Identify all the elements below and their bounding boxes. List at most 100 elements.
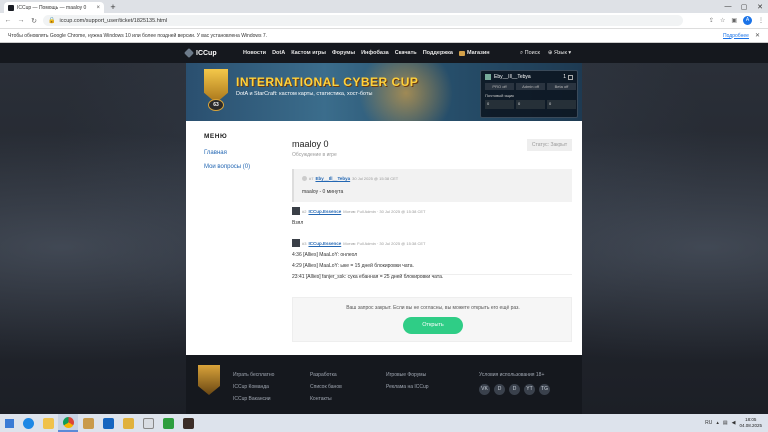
mail-count-sent[interactable]: 0	[516, 100, 545, 109]
extensions-icon[interactable]: ▣	[731, 17, 737, 24]
new-tab-button[interactable]: +	[108, 2, 118, 12]
lock-icon[interactable]: 🔒	[48, 17, 55, 24]
app-icon	[82, 417, 94, 429]
start-button[interactable]	[0, 414, 18, 432]
discord-icon[interactable]: D	[494, 384, 505, 395]
author-link[interactable]: ICCup.Essence	[308, 241, 341, 246]
user-name[interactable]: Eby__Ill__Tebya	[494, 74, 531, 80]
taskbar-game[interactable]	[178, 414, 198, 432]
footer-link[interactable]: Контакты	[310, 396, 342, 402]
taskbar-files[interactable]	[118, 414, 138, 432]
answer-text: Взял	[292, 220, 304, 226]
menu-item-shop[interactable]: Магазин	[458, 50, 490, 56]
telegram-icon[interactable]: TG	[539, 384, 550, 395]
close-tab-icon[interactable]: ×	[96, 5, 100, 11]
footer-link[interactable]: Список банов	[310, 384, 342, 390]
network-icon[interactable]: ▤	[723, 420, 728, 426]
youtube-icon[interactable]: YT	[524, 384, 535, 395]
infobar-more-link[interactable]: Подробнее	[723, 33, 749, 39]
open-ticket-button[interactable]: Открыть	[403, 317, 463, 334]
question-post: #7 Eby__Ill__Tebya 30 Jul 2025 @ 15:38 C…	[292, 169, 572, 202]
post-date: 30 Jul 2025 @ 15:38 CET	[352, 176, 399, 181]
footer-logo-icon[interactable]	[198, 365, 220, 395]
sidebar-item-home[interactable]: Главная	[204, 150, 227, 156]
author-avatar	[302, 176, 307, 181]
bookmark-star-icon[interactable]: ☆	[720, 17, 725, 24]
minimize-icon[interactable]: —	[720, 3, 736, 10]
tray-arrow-icon[interactable]: ▴	[716, 420, 719, 426]
site-favicon-icon	[8, 4, 14, 11]
share-icon[interactable]: ⇪	[709, 17, 714, 24]
footer-link[interactable]: Разработка	[310, 372, 342, 378]
green-app-icon	[162, 417, 174, 429]
browser-tab[interactable]: ICCup — Помощь — maaloy 0 ×	[4, 2, 104, 13]
admin-avatar	[292, 239, 300, 247]
taskbar-shield[interactable]	[98, 414, 118, 432]
maximize-icon[interactable]: ▢	[736, 3, 752, 11]
volume-icon[interactable]: ◀	[732, 420, 736, 426]
mail-count-inbox[interactable]: 0	[485, 100, 514, 109]
menu-item-dota[interactable]: DotA	[272, 50, 285, 56]
content-card: МЕНЮ Главная Мои вопросы (0) maaloy 0 Об…	[186, 121, 582, 355]
taskbar-ie[interactable]	[18, 414, 38, 432]
footer-col-1: Играть бесплатно ICCup Команда ICCup Вак…	[233, 372, 274, 408]
menu-item-infobase[interactable]: Инфобаза	[361, 50, 389, 56]
post-number: #7	[309, 176, 314, 181]
taskbar-image[interactable]	[138, 414, 158, 432]
url-field[interactable]: 🔒 iccup.com/support_user/ticket/1825135.…	[43, 15, 683, 26]
answer-post: #2 ICCup.Essence Мотив: Full Admin · 30 …	[292, 207, 572, 226]
taskbar-green[interactable]	[158, 414, 178, 432]
author-link[interactable]: ICCup.Essence	[308, 209, 341, 214]
footer-link[interactable]: ICCup Вакансии	[233, 396, 274, 402]
forward-icon[interactable]: →	[17, 17, 25, 24]
menu-item-download[interactable]: Скачать	[395, 50, 417, 56]
close-window-icon[interactable]: ✕	[752, 3, 768, 11]
taskbar-chrome[interactable]	[58, 414, 78, 432]
logout-icon[interactable]	[568, 74, 573, 80]
beta-tag[interactable]: Beta off	[547, 83, 576, 90]
admin-tag[interactable]: Admin off	[516, 83, 545, 90]
search-link[interactable]: ⌕ Поиск	[520, 50, 540, 57]
footer-link[interactable]: Играть бесплатно	[233, 372, 274, 378]
infobar-close-icon[interactable]: ✕	[755, 32, 760, 39]
discord-alt-icon[interactable]: D	[509, 384, 520, 395]
sidebar-item-my-questions[interactable]: Мои вопросы (0)	[204, 164, 250, 170]
footer-link[interactable]: Реклама на ICCup	[386, 384, 429, 390]
taskbar-explorer[interactable]	[38, 414, 58, 432]
language-indicator[interactable]: RU	[705, 420, 712, 426]
menu-dots-icon[interactable]: ⋮	[758, 17, 764, 24]
language-select[interactable]: ⊕ Язык ▾	[548, 50, 571, 57]
back-icon[interactable]: ←	[4, 17, 12, 24]
user-avatar[interactable]	[485, 74, 491, 80]
footer-link[interactable]: ICCup Команда	[233, 384, 274, 390]
answer-line: 4:36 [Allies] MaaLoY: онлеол	[292, 252, 358, 258]
shield-icon	[102, 417, 114, 429]
question-text: maaloy - 0 минута	[302, 189, 344, 195]
reload-icon[interactable]: ↻	[30, 17, 38, 25]
menu-item-custom[interactable]: Кастом игры	[291, 50, 326, 56]
post-number: #3	[302, 240, 307, 246]
profile-avatar[interactable]: A	[743, 16, 752, 25]
game-icon	[182, 417, 194, 429]
menu-item-news[interactable]: Новости	[243, 50, 266, 56]
search-label: Поиск	[524, 50, 540, 56]
user-count: 1	[563, 74, 566, 80]
author-link[interactable]: Eby__Ill__Tebya	[315, 176, 350, 181]
site-logo[interactable]: ICCup	[184, 48, 217, 58]
language-label: Язык	[554, 50, 567, 56]
folder-icon	[42, 417, 54, 429]
footer-link[interactable]: Игровые Форумы	[386, 372, 429, 378]
clock[interactable]: 18:05 04.08.2025	[739, 417, 762, 429]
mail-count-other[interactable]: 0	[547, 100, 576, 109]
footer-col-2: Разработка Список банов Контакты	[310, 372, 342, 408]
files-icon	[122, 417, 134, 429]
pro-tag[interactable]: PRO off	[485, 83, 514, 90]
taskbar-app[interactable]	[78, 414, 98, 432]
menu-item-support[interactable]: Поддержка	[423, 50, 453, 56]
image-icon	[142, 417, 154, 429]
menu-item-forums[interactable]: Форумы	[332, 50, 355, 56]
tab-title: ICCup — Помощь — maaloy 0	[17, 4, 87, 11]
iccup-logo-icon	[184, 48, 194, 58]
address-toolbar: ← → ↻ 🔒 iccup.com/support_user/ticket/18…	[0, 13, 768, 29]
vk-icon[interactable]: VK	[479, 384, 490, 395]
